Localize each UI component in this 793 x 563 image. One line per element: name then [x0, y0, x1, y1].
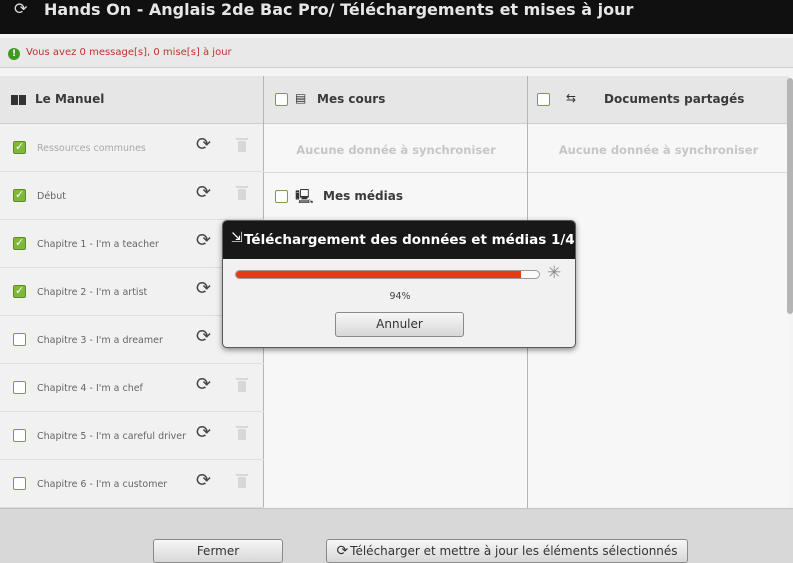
share-icon: ⇆ — [566, 91, 577, 105]
sync-icon[interactable]: ⟳ — [196, 471, 211, 491]
trash-icon[interactable] — [236, 474, 248, 488]
item-label: Chapitre 1 - I'm a teacher — [37, 239, 159, 250]
progress-bar — [235, 270, 540, 279]
sync-icon[interactable]: ⟳ — [14, 0, 27, 18]
trash-icon[interactable] — [236, 378, 248, 392]
item-checkbox[interactable] — [13, 429, 26, 442]
sync-icon[interactable]: ⟳ — [196, 327, 211, 347]
sync-icon[interactable]: ⟳ — [196, 135, 211, 155]
docs-header: ⇆ Documents partagés — [528, 76, 789, 124]
cours-checkbox[interactable] — [275, 93, 288, 106]
scrollbar[interactable] — [787, 78, 793, 314]
footer-bar: Fermer ⟳ Télécharger et mettre à jour les… — [0, 508, 793, 563]
cours-header: ▤ Mes cours — [264, 76, 527, 124]
sync-icon[interactable]: ⟳ — [196, 375, 211, 395]
notification-bar: ! Vous avez 0 message[s], 0 mise[s] à jo… — [0, 38, 793, 68]
item-label: Chapitre 4 - I'm a chef — [37, 383, 143, 394]
item-checkbox[interactable] — [13, 188, 26, 202]
item-checkbox[interactable] — [13, 284, 26, 298]
dialog-title: Téléchargement des données et médias 1/4 — [244, 232, 575, 248]
trash-icon[interactable] — [236, 138, 248, 152]
item-checkbox[interactable] — [13, 333, 26, 346]
list-item[interactable]: Chapitre 6 - I'm a customer ⟳ — [0, 460, 264, 508]
manuel-title: Le Manuel — [35, 92, 105, 106]
item-checkbox[interactable] — [13, 477, 26, 490]
item-label: Début — [37, 191, 66, 202]
manuel-header: Le Manuel — [0, 76, 263, 124]
docs-empty-message: Aucune donnée à synchroniser — [558, 143, 759, 157]
title-bar: ⟳ Hands On - Anglais 2de Bac Pro/ Téléch… — [0, 0, 793, 34]
sync-icon: ⟳ — [336, 543, 349, 559]
sync-icon[interactable]: ⟳ — [196, 423, 211, 443]
docs-checkbox[interactable] — [537, 93, 550, 106]
trash-icon[interactable] — [236, 426, 248, 440]
cancel-button[interactable]: Annuler — [335, 312, 464, 337]
close-button[interactable]: Fermer — [153, 539, 283, 563]
download-update-button[interactable]: ⟳ Télécharger et mettre à jour les élémen… — [326, 539, 688, 563]
item-label: Chapitre 5 - I'm a careful driver — [37, 431, 187, 442]
cours-empty-message: Aucune donnée à synchroniser — [296, 143, 496, 157]
medias-header: 🖳 Mes médias — [264, 172, 528, 220]
cours-title: Mes cours — [317, 92, 386, 106]
progress-fill — [236, 271, 521, 278]
item-checkbox[interactable] — [13, 381, 26, 394]
item-label: Chapitre 6 - I'm a customer — [37, 479, 168, 490]
sync-icon[interactable]: ⟳ — [196, 279, 211, 299]
list-item[interactable]: Début ⟳ — [0, 172, 264, 220]
course-icon: ▤ — [295, 91, 307, 105]
list-item[interactable]: Chapitre 4 - I'm a chef ⟳ — [0, 364, 264, 412]
download-icon: ⇲ — [231, 230, 243, 246]
window-title: Hands On - Anglais 2de Bac Pro/ Téléchar… — [44, 0, 634, 19]
notification-message: Vous avez 0 message[s], 0 mise[s] à jour — [26, 47, 232, 58]
item-checkbox[interactable] — [13, 140, 26, 154]
item-label: Chapitre 2 - I'm a artist — [37, 287, 148, 298]
media-icon: 🖳 — [295, 189, 314, 205]
trash-icon[interactable] — [236, 186, 248, 200]
sync-icon[interactable]: ⟳ — [196, 231, 211, 251]
list-item[interactable]: Chapitre 5 - I'm a careful driver ⟳ — [0, 412, 264, 460]
item-checkbox[interactable] — [13, 236, 26, 250]
list-item[interactable]: Ressources communes ⟳ — [0, 124, 264, 172]
alert-icon: ! — [8, 48, 20, 60]
download-dialog: ⇲ Téléchargement des données et médias 1… — [222, 220, 576, 348]
medias-checkbox[interactable] — [275, 190, 288, 203]
dialog-header: ⇲ Téléchargement des données et médias 1… — [223, 221, 575, 259]
docs-title: Documents partagés — [604, 92, 745, 106]
item-label: Ressources communes — [37, 143, 146, 154]
divider — [528, 172, 789, 173]
spinner-icon: ✳ — [547, 263, 562, 283]
medias-title: Mes médias — [323, 189, 403, 203]
progress-percent: 94% — [389, 291, 411, 302]
item-label: Chapitre 3 - I'm a dreamer — [37, 335, 163, 346]
sync-window: ⟳ Hands On - Anglais 2de Bac Pro/ Téléch… — [0, 0, 793, 563]
download-update-label: Télécharger et mettre à jour les élément… — [350, 544, 678, 558]
sync-icon[interactable]: ⟳ — [196, 183, 211, 203]
book-icon — [11, 95, 26, 105]
